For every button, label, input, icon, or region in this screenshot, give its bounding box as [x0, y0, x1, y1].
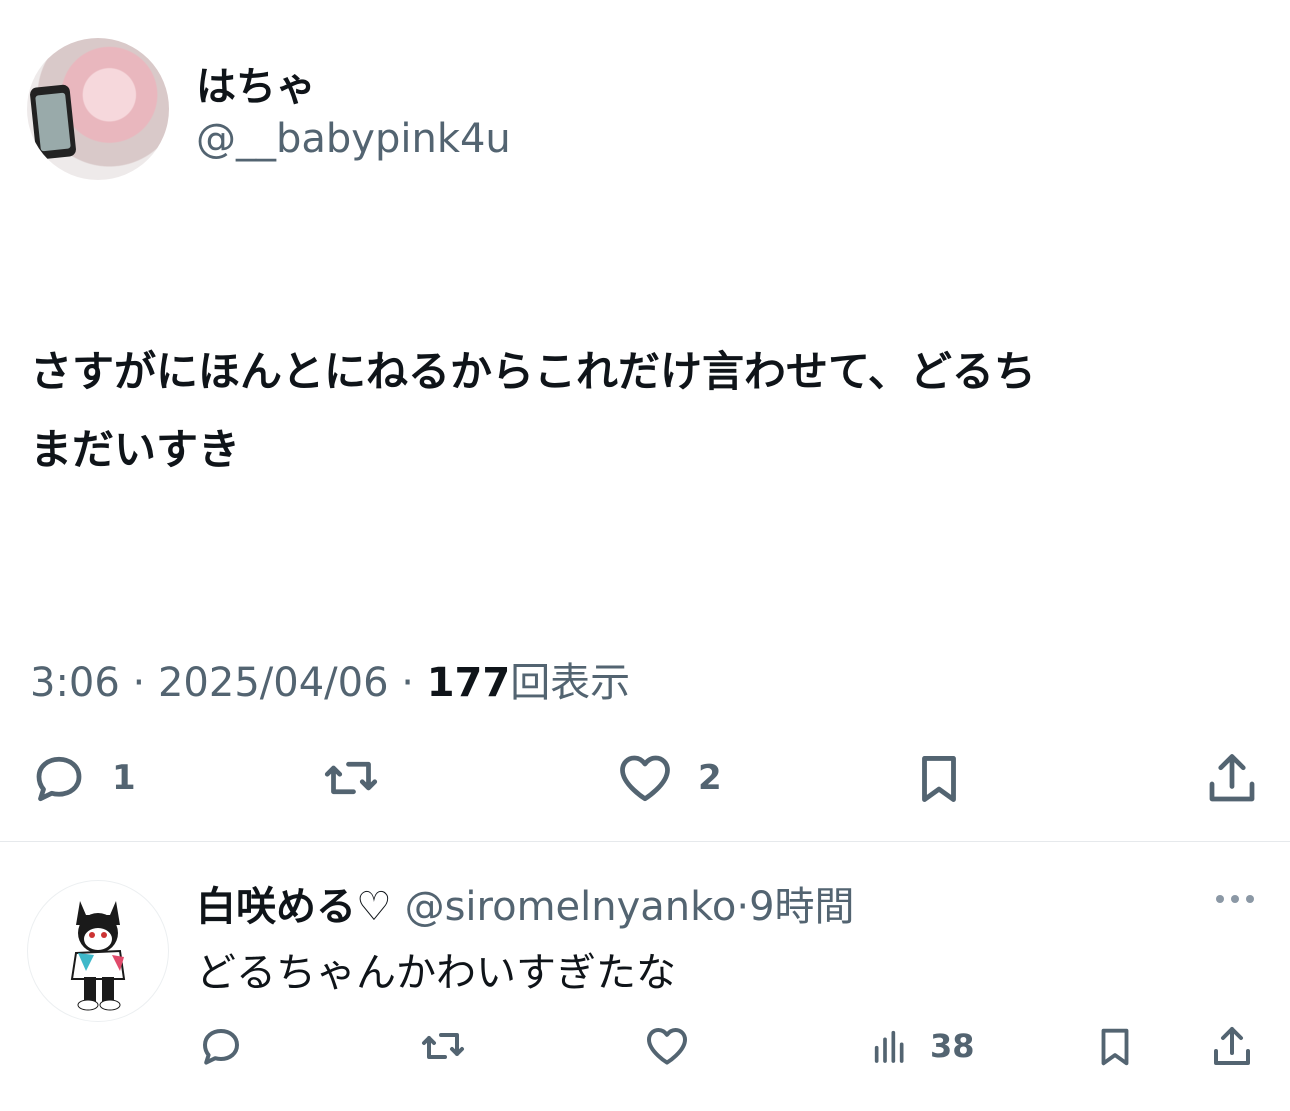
- like-count: 2: [698, 758, 722, 798]
- retweet-button[interactable]: [318, 748, 384, 808]
- reply-reply-button[interactable]: [196, 1022, 246, 1070]
- speech-bubble-icon: [36, 756, 82, 802]
- heart-icon: [647, 1028, 687, 1065]
- bookmark-icon: [922, 756, 956, 802]
- author-handle[interactable]: @__babypink4u: [196, 116, 511, 162]
- cat-character-icon: [70, 901, 126, 1011]
- share-icon: [1209, 754, 1255, 802]
- reply-like-button[interactable]: [642, 1022, 692, 1070]
- reply-bookmark-button[interactable]: [1092, 1022, 1138, 1072]
- author-avatar[interactable]: [27, 38, 169, 180]
- reply-retweet-button[interactable]: [416, 1022, 470, 1070]
- tweet-meta: 3:06 · 2025/04/06 · 177回表示: [30, 650, 630, 708]
- share-icon: [1214, 1027, 1250, 1065]
- reply-share-button[interactable]: [1208, 1022, 1256, 1072]
- reply-header: 白咲める♡ @siromelnyanko·9時間: [196, 874, 855, 932]
- tweet-text: さすがにほんとにねるからこれだけ言わせて、どるち まだいすき: [30, 333, 1270, 489]
- divider: [0, 841, 1290, 842]
- tweet-date[interactable]: 2025/04/06: [158, 660, 389, 706]
- heart-icon: [620, 755, 670, 802]
- reply-time[interactable]: 9時間: [749, 884, 854, 930]
- tweet-text-line-2: まだいすき: [30, 425, 241, 474]
- reply-count: 1: [112, 758, 136, 798]
- reply-handle[interactable]: @siromelnyanko: [405, 884, 737, 930]
- more-options-button[interactable]: [1212, 884, 1258, 914]
- reply-text: どるちゃんかわいすぎたな: [196, 950, 676, 996]
- more-dots-icon: [1216, 895, 1254, 903]
- reply-button[interactable]: 1: [28, 748, 136, 808]
- share-button[interactable]: [1202, 748, 1262, 810]
- bar-chart-icon: [874, 1030, 904, 1063]
- bookmark-button[interactable]: [910, 748, 968, 810]
- meta-separator: ·: [132, 660, 146, 706]
- reply-author-avatar[interactable]: [27, 880, 169, 1022]
- views-count: 177: [426, 660, 511, 706]
- reply-display-name[interactable]: 白咲める♡: [196, 884, 392, 930]
- reply-separator: ·: [736, 884, 750, 930]
- views-label: 回表示: [510, 660, 631, 706]
- reply-views-count: 38: [930, 1027, 975, 1065]
- retweet-icon: [324, 761, 378, 795]
- bookmark-icon: [1101, 1028, 1129, 1066]
- tweet-time[interactable]: 3:06: [30, 660, 120, 706]
- meta-separator: ·: [401, 660, 414, 706]
- speech-bubble-icon: [203, 1029, 239, 1065]
- tweet-text-line-1: さすがにほんとにねるからこれだけ言わせて、どるち: [30, 347, 1036, 396]
- reply-views-button[interactable]: 38: [870, 1024, 975, 1068]
- author-display-name[interactable]: はちゃ: [196, 54, 316, 112]
- like-button[interactable]: 2: [614, 748, 722, 808]
- avatar-phone-shape: [29, 84, 77, 160]
- retweet-icon: [422, 1033, 464, 1059]
